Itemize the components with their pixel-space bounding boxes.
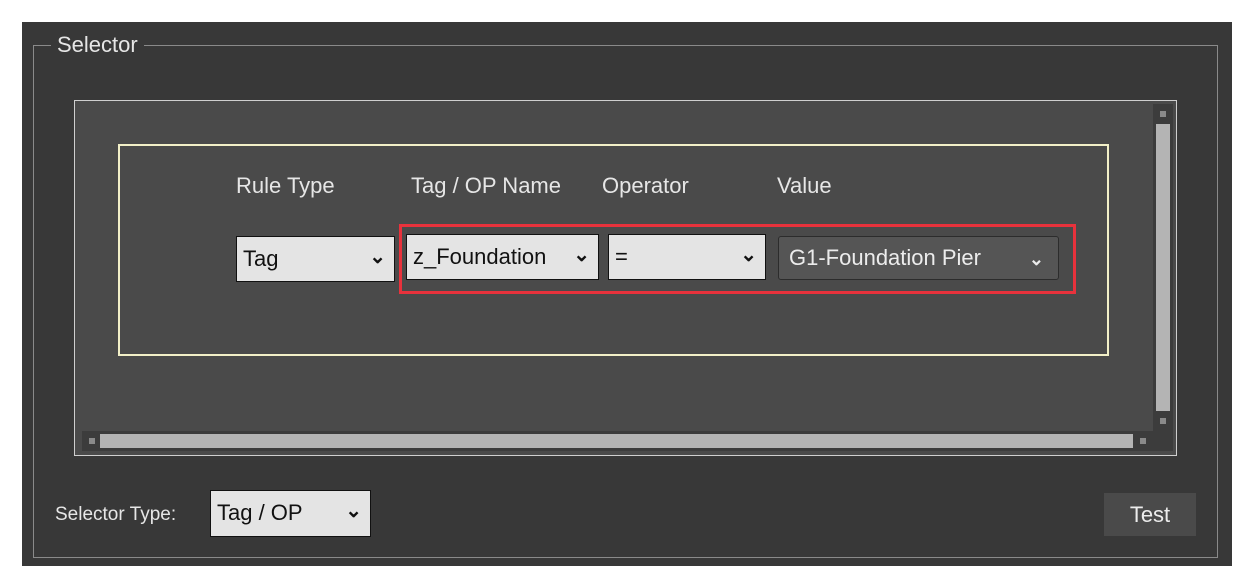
- group-title: Selector: [51, 31, 144, 59]
- chevron-down-icon: ⌄: [369, 246, 386, 268]
- scroll-right-arrow-icon[interactable]: [1140, 438, 1146, 444]
- scrollbar-corner: [1153, 431, 1173, 451]
- header-rule-type: Rule Type: [236, 173, 335, 198]
- scroll-left-arrow-icon[interactable]: [89, 438, 95, 444]
- highlight-annotation-box: [399, 224, 1076, 294]
- header-value: Value: [777, 173, 832, 198]
- rule-type-value: Tag: [243, 246, 279, 271]
- header-operator: Operator: [602, 173, 689, 198]
- header-tag-op-name: Tag / OP Name: [411, 173, 561, 198]
- vertical-scrollbar[interactable]: [1153, 104, 1173, 431]
- selector-type-value: Tag / OP: [217, 500, 303, 525]
- selector-type-label: Selector Type:: [55, 504, 177, 525]
- chevron-down-icon: ⌄: [345, 500, 362, 522]
- test-button[interactable]: Test: [1104, 493, 1196, 536]
- rule-type-select[interactable]: Tag ⌄: [236, 236, 395, 282]
- vertical-scroll-thumb[interactable]: [1156, 124, 1170, 411]
- horizontal-scrollbar[interactable]: [82, 431, 1153, 451]
- horizontal-scroll-thumb[interactable]: [100, 434, 1133, 448]
- scroll-down-arrow-icon[interactable]: [1160, 418, 1166, 424]
- scroll-up-arrow-icon[interactable]: [1160, 111, 1166, 117]
- selector-type-select[interactable]: Tag / OP ⌄: [210, 490, 371, 537]
